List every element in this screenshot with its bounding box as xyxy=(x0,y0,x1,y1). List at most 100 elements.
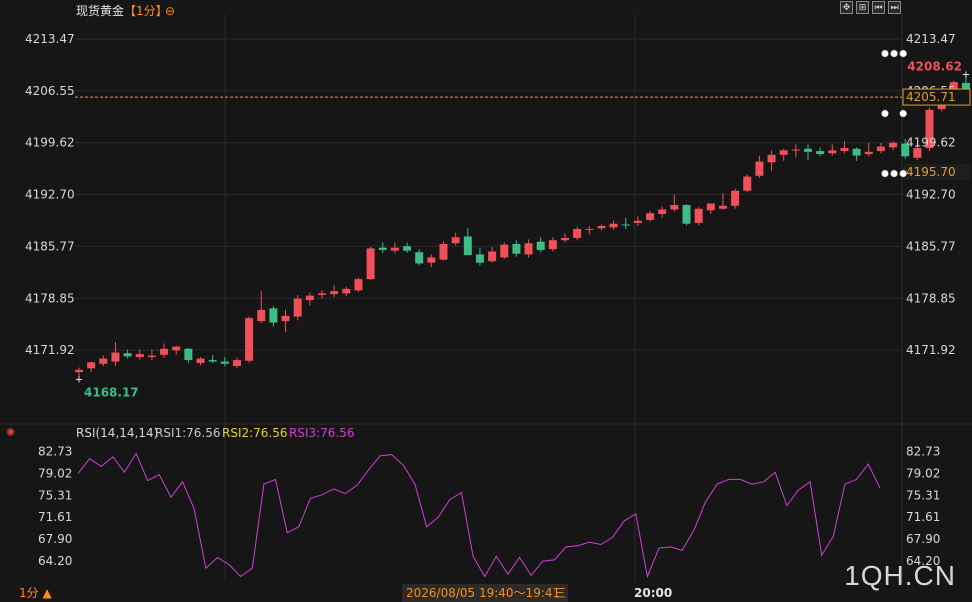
time-range-glyph: 三 xyxy=(554,586,566,600)
selection-handle xyxy=(899,169,907,178)
y-tick-label-left: 4199.62 xyxy=(25,136,75,150)
y-tick-label-left: 4213.47 xyxy=(25,32,75,46)
candle-up xyxy=(257,309,266,322)
candle-down xyxy=(269,308,278,323)
candle-up xyxy=(390,247,399,251)
candle-down xyxy=(463,236,472,256)
y-tick-label-right: 4199.62 xyxy=(906,136,956,150)
candle-up xyxy=(876,146,885,152)
max-price-label: 4208.62 xyxy=(907,59,962,73)
candle-up xyxy=(731,190,740,206)
price-overlays: 4205.714195.70+4208.62+4168.17现货黄金 【1分】⊖ xyxy=(75,3,971,399)
y-tick-label-right: 4185.77 xyxy=(906,239,956,253)
y-tick-label-left: 4185.77 xyxy=(25,239,75,253)
time-tick: 20:00 xyxy=(634,586,672,600)
candle-up xyxy=(718,205,727,209)
y-tick-label-right: 4178.85 xyxy=(906,291,956,305)
watermark: 1QH.CN xyxy=(844,560,956,591)
selection-handle xyxy=(881,109,889,118)
rsi-panel: ✺ RSI(14,14,14)RSI1:76.56 RSI2:76.56 RSI3:7… xyxy=(0,423,972,579)
candle-up xyxy=(743,176,752,191)
candle-up xyxy=(658,209,667,214)
candle-up xyxy=(864,151,873,155)
candle-down xyxy=(403,246,412,251)
settings-icon: ⊖ xyxy=(165,4,175,18)
rsi-tick-right: 71.61 xyxy=(906,510,940,524)
candle-up xyxy=(87,362,96,369)
candle-up xyxy=(646,213,655,220)
max-marker: + xyxy=(962,69,970,80)
crosshair-move-button[interactable]: ✥ xyxy=(840,1,853,14)
candle-up xyxy=(245,318,254,361)
candle-up xyxy=(573,228,582,238)
candle-down xyxy=(621,224,630,226)
rsi-tick-left: 64.20 xyxy=(38,554,72,568)
candle-up xyxy=(840,148,849,152)
candle-up xyxy=(767,154,776,163)
candle-down xyxy=(415,252,424,264)
candle-up xyxy=(75,369,83,373)
candlestick-series xyxy=(75,75,970,379)
candle-up xyxy=(670,205,679,210)
candle-up xyxy=(196,358,205,364)
y-tick-label-right: 4192.70 xyxy=(906,188,956,202)
selection-handle xyxy=(881,169,889,178)
selection-handle xyxy=(890,49,898,58)
candle-up xyxy=(135,354,144,358)
candle-down xyxy=(184,348,193,361)
rsi-legend-rsi2: RSI2:76.56 xyxy=(222,426,288,440)
candle-up xyxy=(889,142,898,148)
current-price-tag: 4205.71 xyxy=(906,90,956,104)
candle-up xyxy=(548,240,557,250)
rsi-tick-left: 79.02 xyxy=(38,466,72,480)
candle-up xyxy=(633,220,642,223)
candle-down xyxy=(208,360,217,362)
min-price-label: 4168.17 xyxy=(84,385,139,399)
step-forward-button[interactable]: ⏭ xyxy=(888,1,901,14)
selection-handle xyxy=(899,109,907,118)
rsi-tick-right: 67.90 xyxy=(906,532,940,546)
selection-handle xyxy=(899,49,907,58)
candle-up xyxy=(160,348,169,355)
candle-down xyxy=(804,148,812,152)
candle-up xyxy=(281,315,290,322)
candle-up xyxy=(828,150,837,154)
y-tick-label-left: 4171.92 xyxy=(25,343,75,357)
candle-up xyxy=(524,243,533,255)
candle-up xyxy=(585,228,594,230)
timeframe-label: 【1分】 xyxy=(124,4,168,18)
candle-up xyxy=(779,150,788,155)
y-tick-label-right: 4213.47 xyxy=(906,32,956,46)
rsi3-line xyxy=(77,452,881,579)
candle-up xyxy=(330,291,339,295)
time-axis: 1分 ▲ 2026/08/05 19:40～19:41三 20:00 xyxy=(19,584,672,602)
y-tick-label-left: 4178.85 xyxy=(25,291,75,305)
chart-canvas[interactable]: 4213.474213.474206.554206.554199.624199.… xyxy=(0,0,972,602)
candle-up xyxy=(791,149,800,151)
candle-up xyxy=(232,360,241,367)
step-back-button[interactable]: ⏮ xyxy=(872,1,885,14)
candle-up xyxy=(111,352,120,362)
candle-down xyxy=(536,241,545,250)
candle-up xyxy=(99,358,108,364)
rsi-tick-right: 75.31 xyxy=(906,488,940,502)
candle-up xyxy=(427,257,436,263)
candle-up xyxy=(366,248,375,280)
chart-title: 现货黄金 xyxy=(76,3,124,18)
rsi-tick-right: 79.02 xyxy=(906,466,940,480)
candle-down xyxy=(852,148,861,156)
rsi-legend-rsi3: RSI3:76.56 xyxy=(289,426,355,440)
candle-down xyxy=(682,205,691,224)
rsi-legend-rsi1: RSI1:76.56 xyxy=(155,426,221,440)
candle-down xyxy=(123,353,132,357)
range-select-button[interactable]: ⊞ xyxy=(856,1,869,14)
candle-down xyxy=(378,247,387,250)
candle-up xyxy=(439,243,448,260)
candle-up xyxy=(706,203,715,211)
candle-up xyxy=(609,223,618,228)
candle-up xyxy=(694,208,703,223)
candle-up xyxy=(354,279,363,291)
candle-down xyxy=(220,361,229,364)
candle-up xyxy=(488,251,497,262)
candle-down xyxy=(512,243,521,254)
